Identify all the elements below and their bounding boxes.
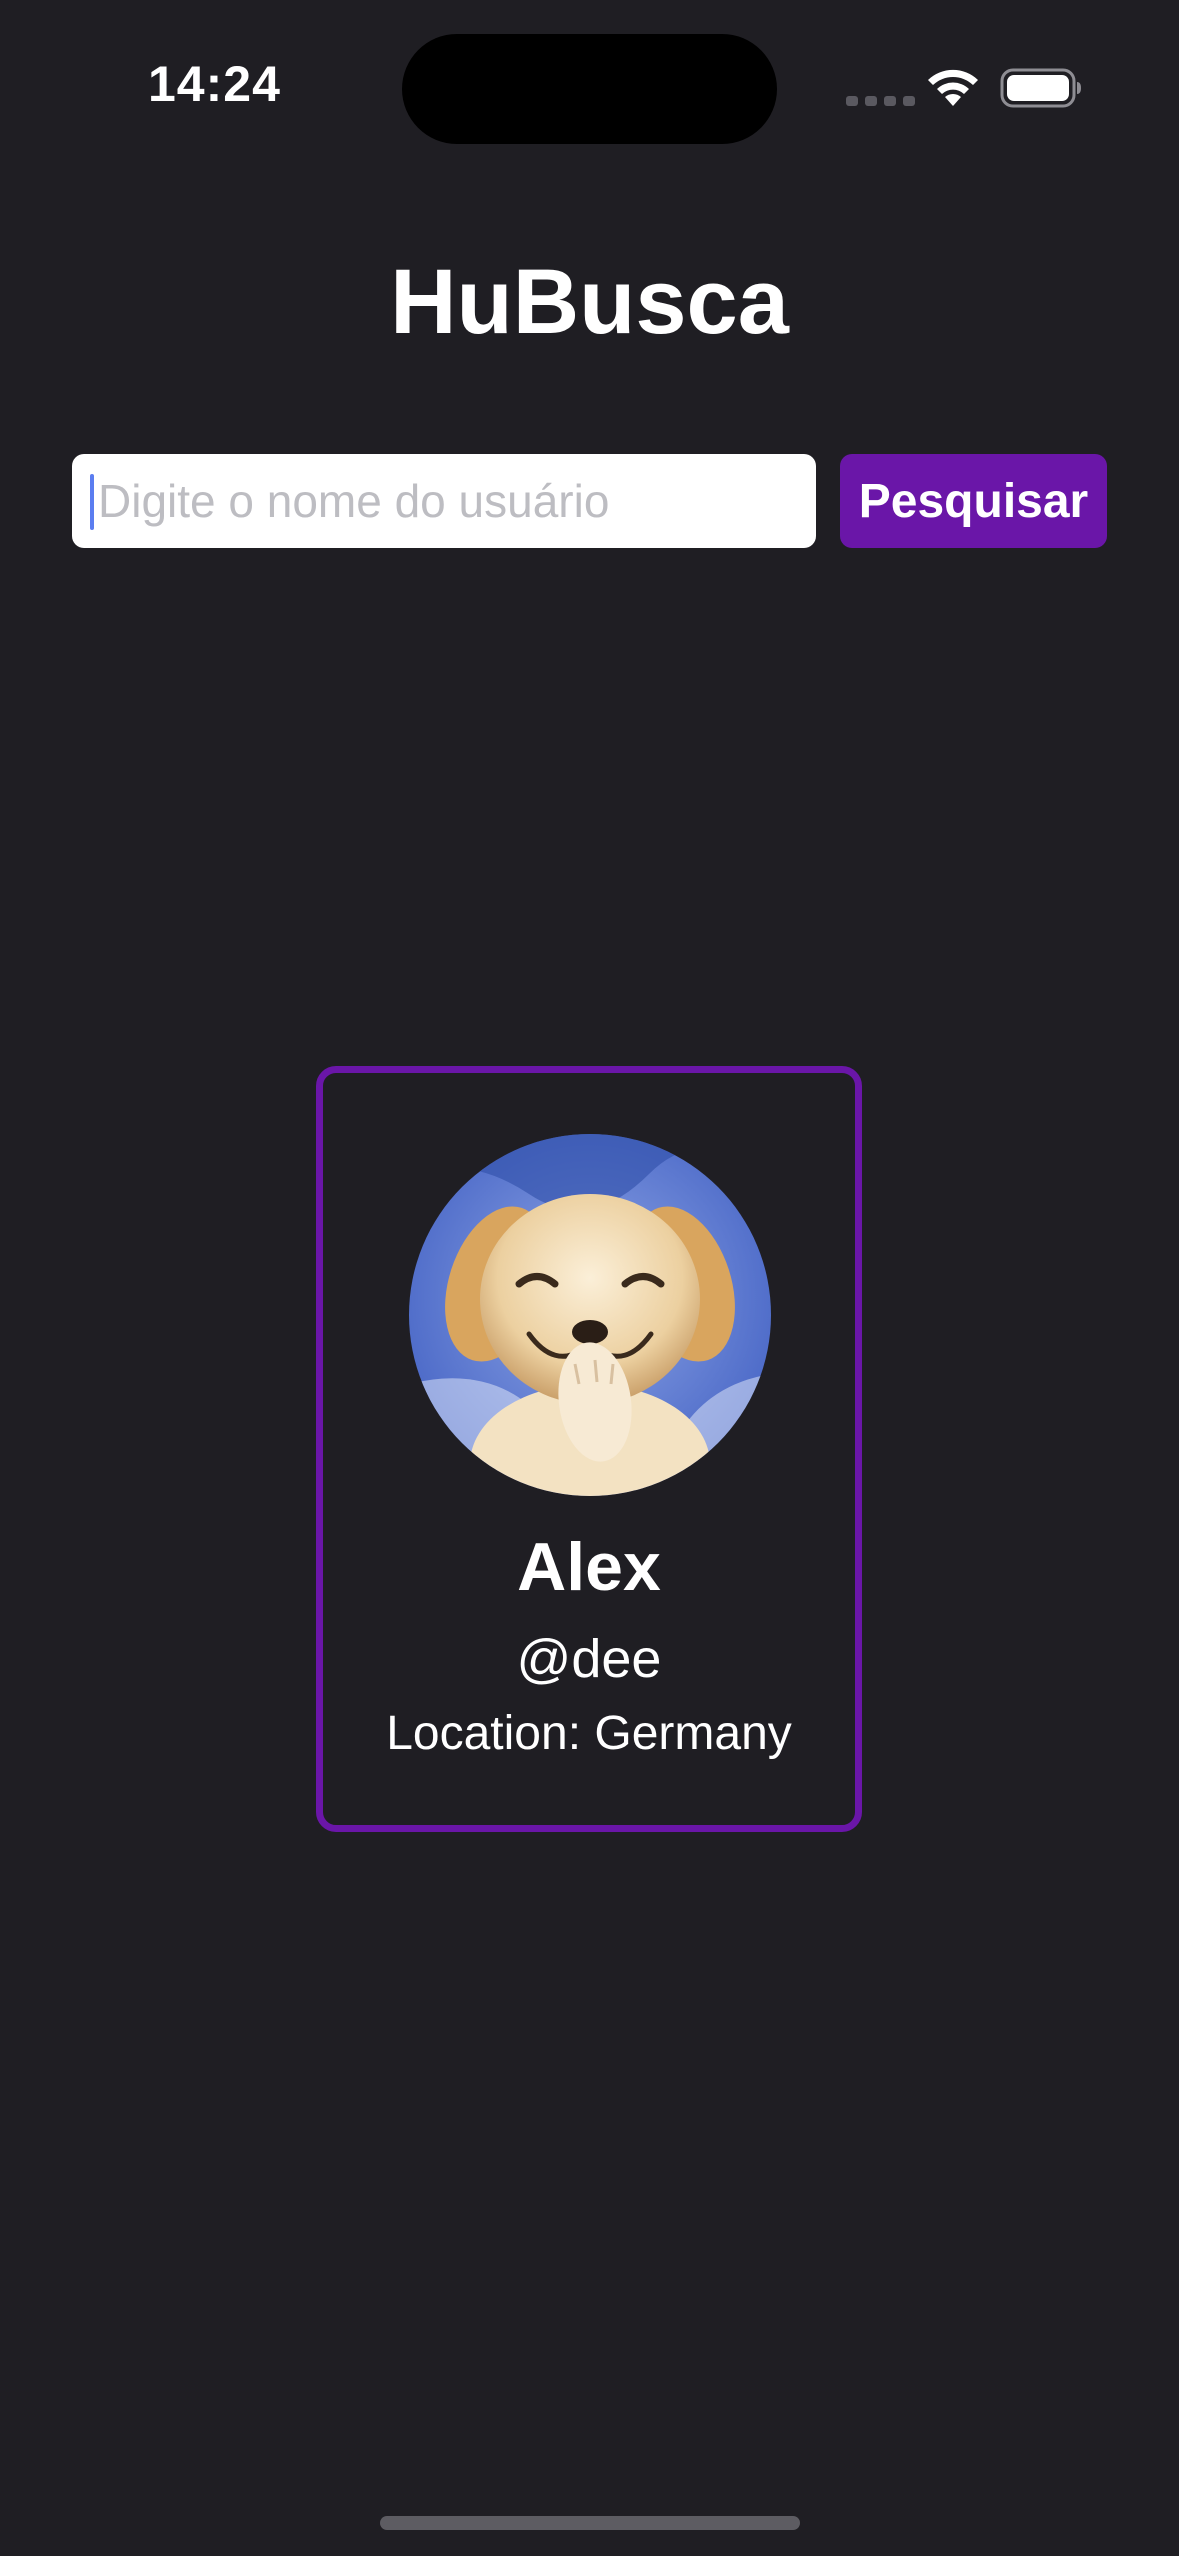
user-login: @dee (516, 1629, 662, 1689)
battery-icon (1000, 68, 1081, 108)
dynamic-island (402, 34, 777, 144)
search-button[interactable]: Pesquisar (840, 454, 1107, 548)
page-title: HuBusca (390, 251, 789, 353)
puppy-avatar-icon (409, 1134, 771, 1496)
user-name: Alex (517, 1529, 661, 1605)
avatar (409, 1134, 771, 1496)
user-location: Location: Germany (386, 1707, 792, 1760)
search-input[interactable] (72, 454, 816, 548)
home-indicator[interactable] (380, 2516, 800, 2530)
signal-icon (846, 96, 915, 106)
wifi-icon (928, 69, 978, 106)
status-time: 14:24 (148, 56, 281, 112)
text-cursor (90, 474, 94, 530)
app-screen: 14:24 HuBusca Pesquisar (0, 0, 1179, 2556)
